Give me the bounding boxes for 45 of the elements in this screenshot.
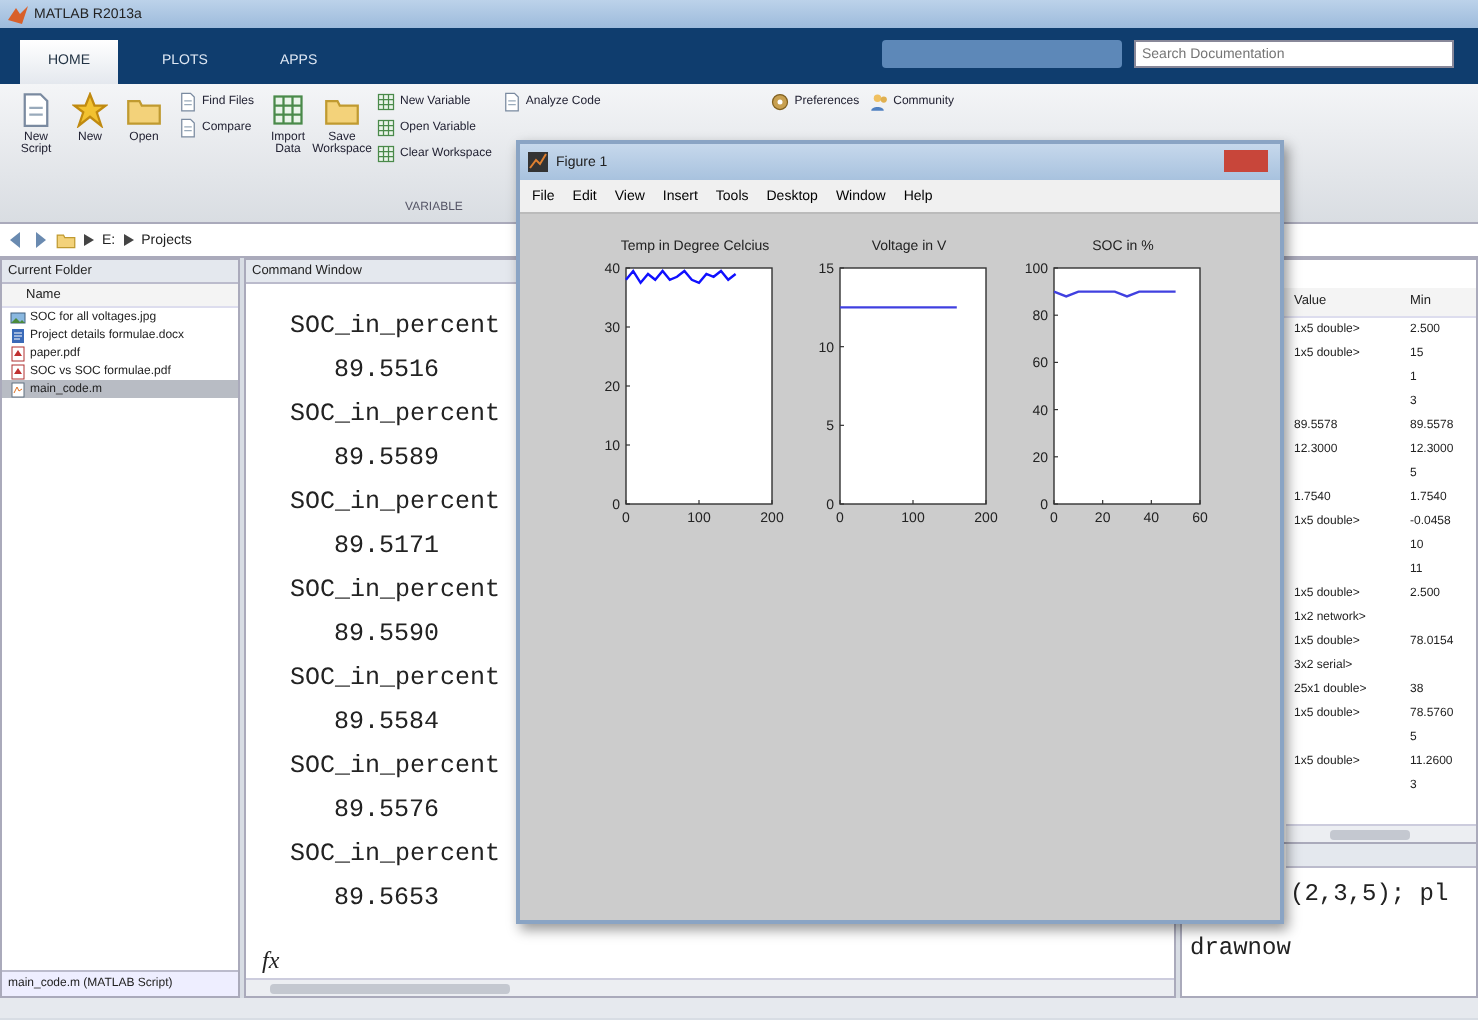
history-entry[interactable]: (2,3,5); pl — [1290, 880, 1449, 908]
folder-icon[interactable] — [56, 230, 76, 250]
table-icon — [376, 92, 397, 112]
chevron-icon — [84, 234, 94, 246]
variable-value: 89.5584 — [332, 706, 440, 740]
table-icon — [376, 144, 397, 164]
figure-icon — [528, 152, 548, 172]
variable-name: SOC_in_percent — [290, 574, 501, 608]
script-file-icon — [10, 381, 26, 397]
variable-value: 89.5171 — [332, 530, 440, 564]
plot-line — [840, 306, 957, 309]
variable-name: SOC_in_percent — [290, 398, 501, 432]
horizontal-scrollbar[interactable] — [246, 978, 1174, 996]
people-icon — [869, 92, 890, 112]
forward-arrow-icon[interactable] — [32, 232, 48, 248]
table-icon — [270, 92, 307, 128]
table-icon — [376, 118, 397, 138]
close-button[interactable] — [1224, 150, 1268, 172]
gear-icon — [770, 92, 791, 112]
quick-access-toolbar[interactable] — [882, 40, 1122, 68]
horizontal-scrollbar[interactable] — [1286, 824, 1476, 842]
variable-name: SOC_in_percent — [290, 750, 501, 784]
word-file-icon — [10, 327, 26, 343]
function-prompt[interactable]: fx — [262, 946, 280, 974]
variable-value: 89.5589 — [332, 442, 440, 476]
variable-name: SOC_in_percent — [290, 310, 501, 344]
document-icon — [178, 118, 198, 138]
variable-value: 89.5516 — [332, 354, 440, 388]
plot-line — [625, 268, 737, 285]
image-file-icon — [10, 309, 26, 325]
variable-value: 89.5653 — [332, 882, 440, 916]
chevron-icon — [123, 234, 134, 246]
variable-value: 89.5590 — [332, 618, 440, 652]
variable-name: SOC_in_percent — [290, 838, 501, 872]
document-icon — [501, 92, 522, 112]
document-icon — [18, 92, 54, 128]
star-icon — [72, 92, 108, 128]
variable-value: 89.5576 — [332, 794, 440, 828]
plot-line — [1053, 290, 1176, 298]
back-arrow-icon[interactable] — [8, 232, 24, 248]
history-entry[interactable]: drawnow — [1190, 934, 1291, 962]
app-logo-icon — [8, 4, 28, 24]
variable-name: SOC_in_percent — [290, 486, 501, 520]
document-icon — [178, 92, 198, 112]
variable-name: SOC_in_percent — [290, 662, 501, 696]
